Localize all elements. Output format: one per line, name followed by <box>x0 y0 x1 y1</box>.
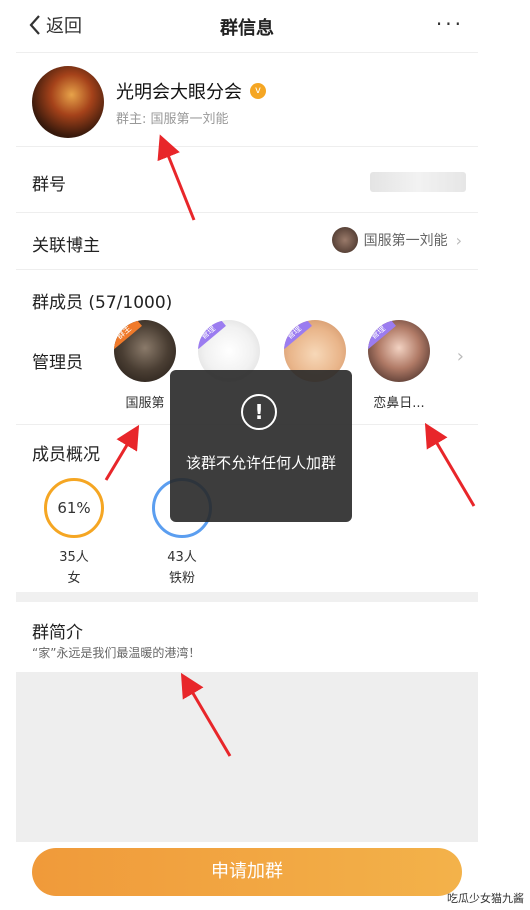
vip-badge-icon: v <box>250 83 266 99</box>
blogger-name: 国服第一刘能 <box>363 233 448 249</box>
admin-avatar: 群主 <box>114 320 176 382</box>
watermark: 吃瓜少女猫九酱 <box>447 892 524 905</box>
admin-ribbon: 管理 <box>284 320 312 350</box>
toast-message: 该群不允许任何人加群 <box>185 454 336 472</box>
admin-avatar: 管理 <box>368 320 430 382</box>
section-separator <box>16 592 478 602</box>
owner-ribbon: 群主 <box>114 320 142 350</box>
intro-area <box>16 672 478 842</box>
group-owner: 群主: 国服第一刘能 <box>116 112 229 127</box>
intro-label: 群简介 <box>32 623 83 643</box>
stat-ring: 61% <box>44 478 104 538</box>
group-header[interactable]: 光明会大眼分会 v 群主: 国服第一刘能 <box>16 60 478 147</box>
linked-blogger[interactable]: 国服第一刘能 › <box>331 227 462 253</box>
stat-label: 铁粉 <box>168 571 195 586</box>
toast: ! 该群不允许任何人加群 <box>170 370 352 522</box>
admin-ribbon: 管理 <box>198 320 226 350</box>
overview-label: 成员概况 <box>32 445 100 465</box>
nav-bar: 返回 群信息 ··· <box>16 0 478 53</box>
members-label[interactable]: 群成员 (57/1000) <box>32 288 172 313</box>
group-number-row[interactable]: 群号 <box>16 150 478 213</box>
chevron-right-icon: › <box>455 230 462 250</box>
group-name: 光明会大眼分会 v <box>116 78 266 104</box>
stat-count: 35人 <box>59 550 89 565</box>
group-name-text: 光明会大眼分会 <box>116 82 242 103</box>
group-avatar[interactable] <box>32 66 104 138</box>
apply-join-button[interactable]: 申请加群 <box>32 848 462 896</box>
more-menu-icon[interactable]: ··· <box>436 12 464 36</box>
page-title: 群信息 <box>220 18 274 39</box>
phone-screen: 返回 群信息 ··· 光明会大眼分会 v 群主: 国服第一刘能 群号 关联博主 … <box>16 0 478 910</box>
linked-blogger-row[interactable]: 关联博主 国服第一刘能 › <box>16 213 478 270</box>
linked-blogger-label: 关联博主 <box>32 236 100 256</box>
intro-text: “家”永远是我们最温暖的港湾！ <box>32 646 201 660</box>
admin-name: 国服第 <box>125 396 165 411</box>
admin-name: 恋鼻日... <box>373 396 425 411</box>
stat-count: 43人 <box>167 550 197 565</box>
admin-item[interactable]: 群主 国服第 <box>112 320 178 411</box>
admin-ribbon: 管理 <box>368 320 396 350</box>
stat-female: 61% 35人 女 <box>34 478 114 586</box>
stat-label: 女 <box>67 571 81 586</box>
group-number-label: 群号 <box>32 175 66 195</box>
admin-item[interactable]: 管理 恋鼻日... <box>366 320 432 411</box>
blogger-avatar <box>331 227 358 253</box>
blurred-group-number <box>370 172 466 192</box>
warning-icon: ! <box>241 394 277 430</box>
chevron-right-icon[interactable]: › <box>457 346 464 367</box>
admins-label: 管理员 <box>32 353 83 373</box>
